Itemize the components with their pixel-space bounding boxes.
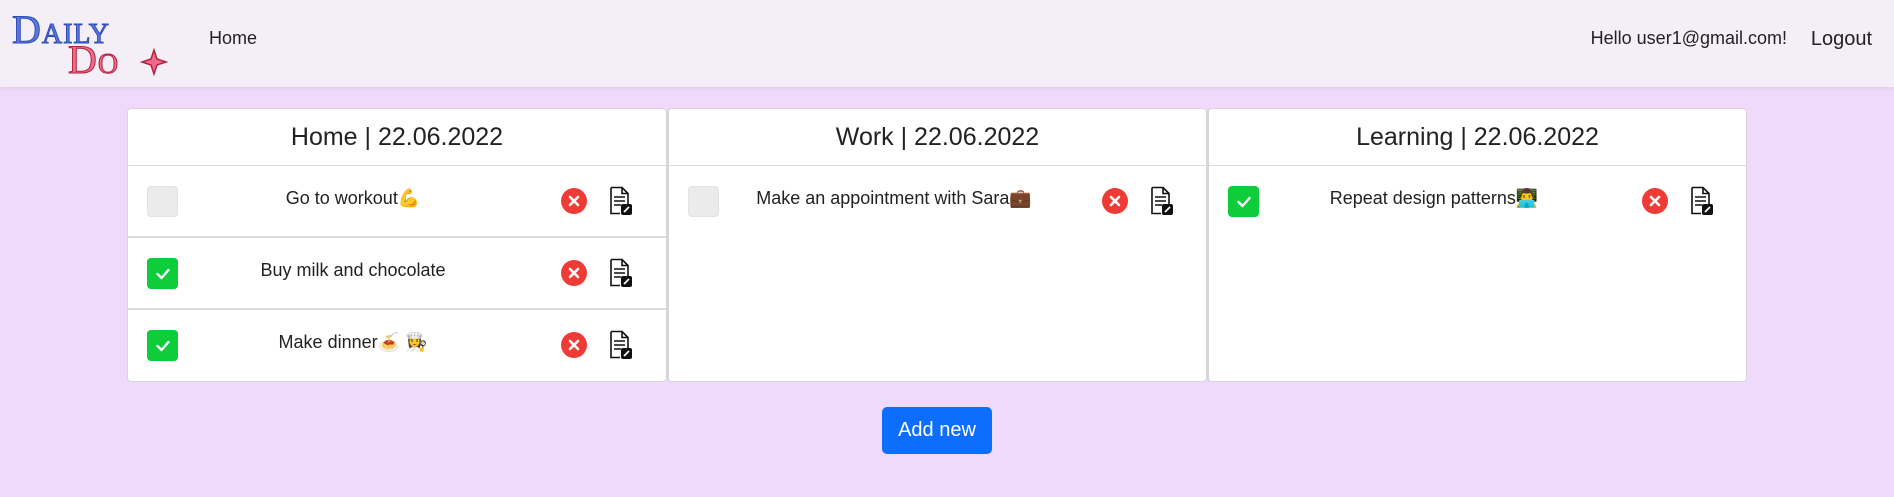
task-checkbox[interactable] [147,186,178,217]
task-row: Buy milk and chocolate [128,238,666,310]
close-icon [568,339,580,351]
column-title: Home | 22.06.2022 [128,109,666,166]
user-greeting: Hello user1@gmail.com! [1590,28,1787,48]
checkmark-icon [1237,196,1251,208]
task-checkbox[interactable] [688,186,719,217]
task-text: Go to workout💪 [285,188,421,208]
column-learning: Learning | 22.06.2022 Repeat design patt… [1207,108,1747,382]
delete-task-button[interactable] [561,188,587,214]
task-row: Make dinner🍝 👩‍🍳 [128,310,666,382]
close-icon [568,267,580,279]
task-checkbox[interactable] [1228,186,1259,217]
close-icon [1649,195,1661,207]
edit-task-button[interactable] [1690,186,1714,216]
task-board: Home | 22.06.2022 Go to workout💪 Buy mil… [127,108,1747,382]
edit-document-icon [610,186,632,215]
task-checkbox[interactable] [147,258,178,289]
logout-link[interactable]: Logout [1811,28,1872,51]
navbar: Daily Do Home Hello user1@gmail.com! Log… [0,0,1894,87]
sparkle-icon [140,48,168,76]
delete-task-button[interactable] [561,332,587,358]
delete-task-button[interactable] [561,260,587,286]
add-new-button[interactable]: Add new [882,407,992,454]
task-row: Repeat design patterns👨‍💻 [1209,166,1746,238]
edit-task-button[interactable] [1150,186,1174,216]
edit-document-icon [610,330,632,359]
task-text: Buy milk and chocolate [260,260,446,280]
column-work: Work | 22.06.2022 Make an appointment wi… [667,108,1207,382]
edit-document-icon [1151,186,1173,215]
logo-text-do: Do [67,37,120,83]
checkmark-icon [156,268,170,280]
app-logo[interactable]: Daily Do [12,7,168,83]
edit-task-button[interactable] [609,186,633,216]
edit-task-button[interactable] [609,258,633,288]
task-row: Make an appointment with Sara💼 [669,166,1206,238]
close-icon [1109,195,1121,207]
checkmark-icon [156,340,170,352]
close-icon [568,195,580,207]
edit-document-icon [1691,186,1713,215]
task-row: Go to workout💪 [128,166,666,238]
column-title: Learning | 22.06.2022 [1209,109,1746,166]
task-text: Make dinner🍝 👩‍🍳 [278,332,428,352]
edit-document-icon [610,258,632,287]
nav-home-link[interactable]: Home [209,28,257,49]
delete-task-button[interactable] [1642,188,1668,214]
task-text: Make an appointment with Sara💼 [756,188,1032,208]
column-home: Home | 22.06.2022 Go to workout💪 Buy mil… [127,108,667,382]
task-text: Repeat design patterns👨‍💻 [1329,188,1539,208]
delete-task-button[interactable] [1102,188,1128,214]
edit-task-button[interactable] [609,330,633,360]
task-checkbox[interactable] [147,330,178,361]
column-title: Work | 22.06.2022 [669,109,1206,166]
